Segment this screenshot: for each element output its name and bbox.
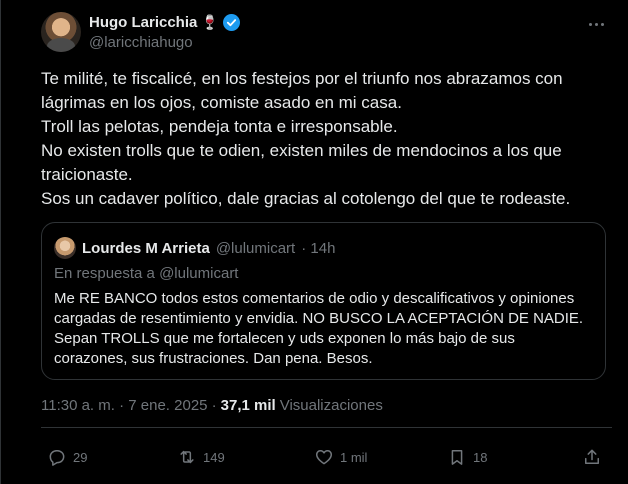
reply-context: En respuesta a @lulumicart [54, 265, 239, 282]
wine-glass-icon: 🍷 [201, 14, 219, 30]
heart-icon [315, 450, 333, 465]
author-name[interactable]: Hugo Laricchia [89, 14, 197, 31]
quoted-text-line: Me RE BANCO todos estos comentarios de o… [54, 290, 575, 307]
tweet-timestamp[interactable]: 11:30 a. m. · 7 ene. 2025 · [41, 397, 217, 414]
quoted-author-avatar [54, 237, 76, 259]
author-name-row: Hugo Laricchia 🍷 [89, 14, 240, 31]
verified-badge-icon [222, 14, 240, 31]
bookmark-icon [451, 450, 463, 465]
views-count: 37,1 mil [220, 397, 276, 414]
repost-button[interactable]: 149 [177, 444, 225, 470]
tweet: Hugo Laricchia 🍷 @laricchiahugo Te milit… [0, 0, 628, 484]
author-avatar[interactable] [41, 12, 81, 52]
more-options-icon[interactable] [584, 16, 608, 32]
share-icon [585, 449, 599, 464]
author-handle[interactable]: @laricchiahugo [89, 34, 193, 51]
tweet-text-line: lágrimas en los ojos, comiste asado en m… [41, 93, 402, 112]
quoted-tweet[interactable]: Lourdes M Arrieta @lulumicart · 14h En r… [41, 222, 606, 380]
like-count: 1 mil [340, 449, 368, 465]
quoted-text-line: cargadas de resentimiento y envidia. NO … [54, 310, 584, 327]
tweet-text-line: Sos un cadaver político, dale gracias al… [41, 189, 571, 208]
share-button[interactable] [582, 444, 602, 470]
quoted-text-line: corazones, sus frustraciones. Dan pena. … [54, 350, 373, 367]
quoted-text-line: Sepan TROLLS que me fortalecen y uds exp… [54, 330, 515, 347]
quoted-tweet-header: Lourdes M Arrieta @lulumicart · 14h [54, 237, 335, 259]
action-bar: 29 149 1 mil 18 [41, 444, 609, 470]
tweet-text-line: traicionaste. [41, 165, 133, 184]
quoted-author-name: Lourdes M Arrieta [82, 239, 210, 257]
reply-button[interactable]: 29 [47, 444, 87, 470]
like-button[interactable]: 1 mil [314, 444, 367, 470]
tweet-text: Te milité, te fiscalicé, en los festejos… [41, 67, 611, 211]
tweet-meta: 11:30 a. m. · 7 ene. 2025 · 37,1 mil Vis… [41, 397, 383, 414]
tweet-text-line: No existen trolls que te odien, existen … [41, 141, 562, 160]
bookmark-button[interactable]: 18 [447, 444, 487, 470]
repost-icon [180, 450, 194, 464]
tweet-text-line: Troll las pelotas, pendeja tonta e irres… [41, 117, 398, 136]
reply-count: 29 [73, 449, 88, 465]
views-label: Visualizaciones [279, 397, 383, 414]
quoted-tweet-time: · 14h [301, 239, 336, 257]
divider [41, 427, 612, 428]
reply-icon [49, 450, 65, 466]
tweet-header: Hugo Laricchia 🍷 @laricchiahugo [41, 12, 612, 54]
repost-count: 149 [203, 449, 225, 465]
tweet-text-line: Te milité, te fiscalicé, en los festejos… [41, 69, 563, 88]
quoted-author-handle: @lulumicart [215, 239, 296, 257]
quoted-tweet-text: Me RE BANCO todos estos comentarios de o… [54, 289, 594, 369]
bookmark-count: 18 [473, 449, 488, 465]
